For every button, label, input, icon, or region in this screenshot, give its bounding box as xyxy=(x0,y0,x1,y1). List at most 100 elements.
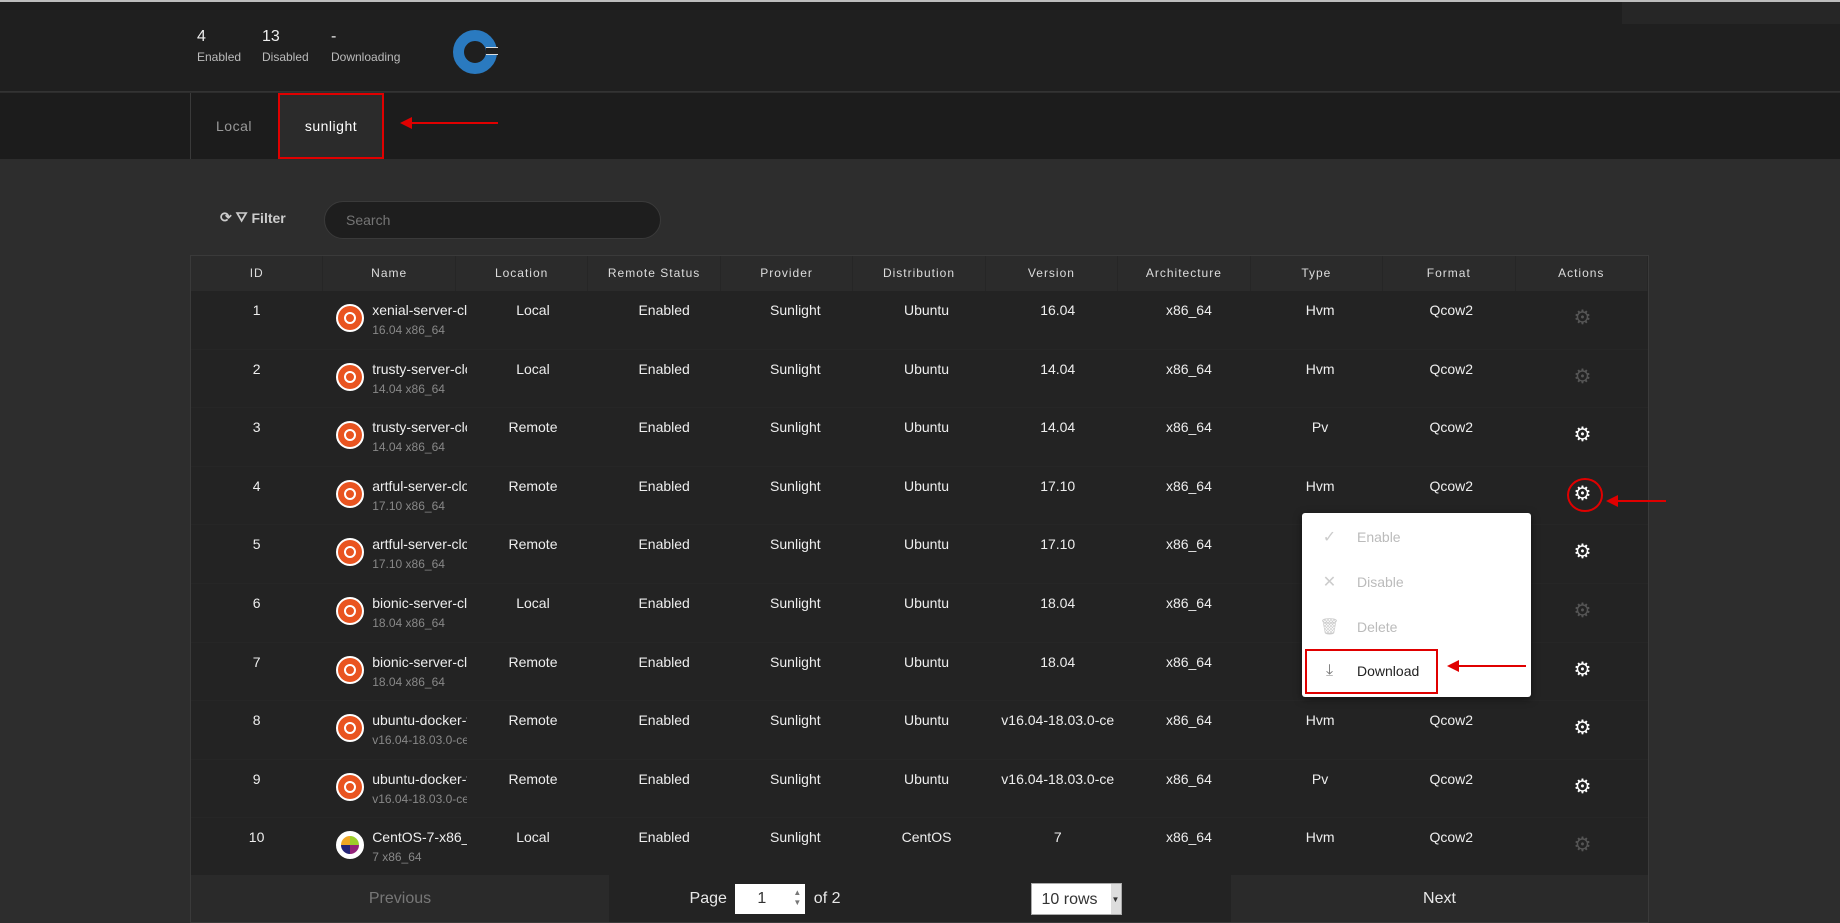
column-header[interactable]: Name xyxy=(323,256,456,291)
cell-version: 18.04 xyxy=(1040,594,1076,611)
column-header[interactable]: Location xyxy=(456,256,589,291)
column-header[interactable]: Version xyxy=(986,256,1119,291)
image-name: xenial-server-clo xyxy=(372,302,468,318)
cell-location: Local xyxy=(516,829,550,846)
cell-location: Remote xyxy=(508,477,558,494)
cell-format: Qcow2 xyxy=(1429,360,1474,377)
table-row[interactable]: 1 xenial-server-clo 16.04 x86_64 Local Enabl… xyxy=(191,291,1648,350)
table-row[interactable]: 3 trusty-server-clo 14.04 x86_64 Remote Enab… xyxy=(191,408,1648,467)
cell-arch: x86_64 xyxy=(1165,653,1212,670)
cell-location: Remote xyxy=(508,536,558,553)
column-header[interactable]: Remote Status xyxy=(588,256,721,291)
x-icon: ✕ xyxy=(1322,574,1337,591)
gear-icon[interactable]: ⚙ xyxy=(1517,291,1648,349)
column-header[interactable]: Actions xyxy=(1516,256,1648,291)
gear-icon[interactable]: ⚙ xyxy=(1517,701,1648,759)
ubuntu-logo-icon xyxy=(336,596,365,625)
stat-downloading: - Downloading xyxy=(331,28,400,64)
ubuntu-logo-icon xyxy=(336,655,365,684)
annotation-arrow xyxy=(1606,495,1666,507)
gear-icon[interactable]: ⚙ xyxy=(1517,525,1648,583)
refresh-icon[interactable]: ⟳ xyxy=(220,209,232,226)
menu-item-disable[interactable]: ✕ Disable xyxy=(1302,560,1531,604)
cell-id: 10 xyxy=(248,829,265,846)
column-header[interactable]: Format xyxy=(1383,256,1516,291)
cell-name: trusty-server-clo 14.04 x86_64 xyxy=(322,408,467,466)
spinner-icon[interactable]: ▲ ▼ xyxy=(793,888,801,908)
tab-sunlight[interactable]: sunlight xyxy=(278,93,384,159)
cell-location: Remote xyxy=(508,770,558,787)
ubuntu-logo-icon xyxy=(336,421,365,450)
cell-format: Qcow2 xyxy=(1429,829,1474,846)
annotation-arrow xyxy=(1447,660,1526,672)
image-subtitle: 14.04 x86_64 xyxy=(372,440,445,455)
cell-format: Qcow2 xyxy=(1429,302,1474,318)
column-header[interactable]: ID xyxy=(191,256,324,291)
cell-location: Local xyxy=(516,360,550,377)
gear-icon[interactable]: ⚙ xyxy=(1517,818,1648,876)
cell-provider: Sunlight xyxy=(770,594,821,611)
cell-name: ubuntu-docker-v v16.04-18.03.0-ce xyxy=(322,701,467,759)
image-subtitle: 18.04 x86_64 xyxy=(372,615,445,630)
table-row[interactable]: 9 ubuntu-docker-v v16.04-18.03.0-ce Remote E… xyxy=(191,760,1648,819)
previous-button[interactable]: Previous xyxy=(191,875,609,922)
cell-remote-status: Enabled xyxy=(638,770,690,787)
ubuntu-logo-icon xyxy=(336,538,365,567)
page-label: Page xyxy=(689,890,727,907)
cell-format: Qcow2 xyxy=(1429,770,1474,787)
gear-icon[interactable]: ⚙ xyxy=(1517,643,1648,701)
menu-item-enable[interactable]: ✓ Enable xyxy=(1302,515,1531,559)
table-row[interactable]: 8 ubuntu-docker-v v16.04-18.03.0-ce Remote E… xyxy=(191,701,1648,760)
cell-provider: Sunlight xyxy=(770,829,821,846)
cell-id: 7 xyxy=(252,653,261,670)
cell-distribution: Ubuntu xyxy=(903,712,950,729)
cell-id: 5 xyxy=(252,536,261,553)
column-header[interactable]: Distribution xyxy=(853,256,986,291)
column-header[interactable]: Type xyxy=(1251,256,1384,291)
cell-version: 18.04 xyxy=(1040,653,1076,670)
cell-id: 9 xyxy=(252,770,261,787)
stat-disabled: 13 Disabled xyxy=(262,28,309,64)
annotation-box xyxy=(1305,649,1438,694)
cell-provider: Sunlight xyxy=(770,360,821,377)
gear-icon[interactable]: ⚙ xyxy=(1517,350,1648,408)
cell-location: Remote xyxy=(508,712,558,729)
column-header[interactable]: Provider xyxy=(721,256,854,291)
cell-version: 17.10 xyxy=(1040,536,1076,553)
image-name: trusty-server-clo xyxy=(372,419,468,436)
corner-panel xyxy=(1622,2,1840,24)
header: 4 Enabled 13 Disabled - Downloading xyxy=(0,2,1840,92)
cell-type: Pv xyxy=(1311,419,1329,436)
page-input[interactable]: 1 ▲ ▼ xyxy=(735,883,806,914)
annotation-arrow xyxy=(400,117,498,129)
cell-distribution: Ubuntu xyxy=(903,477,950,494)
cell-version: 16.04 xyxy=(1040,302,1076,318)
table-row[interactable]: 2 trusty-server-clo 14.04 x86_64 Local Enabl… xyxy=(191,350,1648,409)
search-input[interactable] xyxy=(324,201,661,239)
image-name: ubuntu-docker-v xyxy=(372,712,468,729)
table-header: ID Name Location Remote Status Provider Distr… xyxy=(191,256,1648,291)
cell-remote-status: Enabled xyxy=(638,302,690,318)
tab-local[interactable]: Local xyxy=(191,93,277,159)
gear-icon[interactable]: ⚙ xyxy=(1517,760,1648,818)
annotation-circle xyxy=(1567,477,1603,512)
cell-distribution: Ubuntu xyxy=(903,536,950,553)
check-icon: ✓ xyxy=(1322,529,1337,546)
cell-id: 8 xyxy=(252,712,261,729)
cell-format: Qcow2 xyxy=(1429,419,1474,436)
table-row[interactable]: 10 CentOS-7-x86_6 7 x86_64 Local Enabled Sunl… xyxy=(191,818,1648,877)
gear-icon[interactable]: ⚙ xyxy=(1517,584,1648,642)
gear-icon[interactable]: ⚙ xyxy=(1517,408,1648,466)
image-subtitle: 18.04 x86_64 xyxy=(372,674,445,689)
menu-item-delete[interactable]: 🗑 Delete xyxy=(1302,605,1531,649)
filter-button[interactable]: ⟳ ⛛ Filter xyxy=(220,209,286,226)
next-button[interactable]: Next xyxy=(1231,875,1648,922)
cell-location: Local xyxy=(516,594,550,611)
cell-distribution: Ubuntu xyxy=(903,419,950,436)
cell-arch: x86_64 xyxy=(1165,770,1212,787)
cell-id: 1 xyxy=(252,302,261,318)
centos-logo-icon xyxy=(336,831,365,860)
image-name: ubuntu-docker-v xyxy=(372,770,468,787)
column-header[interactable]: Architecture xyxy=(1118,256,1251,291)
rows-select[interactable]: 10 rows ▼ xyxy=(1030,882,1122,915)
